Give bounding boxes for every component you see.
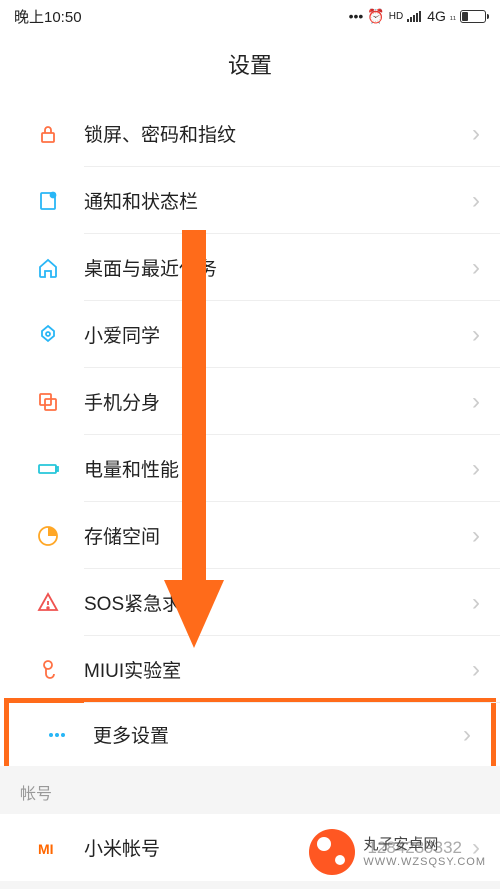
- setting-label: 存储空间: [84, 522, 472, 549]
- more-dots-icon: •••: [349, 8, 364, 24]
- setting-label: SOS紧急求助: [84, 589, 472, 616]
- sos-icon: [32, 591, 64, 615]
- home-icon: [32, 256, 64, 280]
- setting-notification[interactable]: 通知和状态栏 ›: [0, 167, 500, 234]
- chevron-right-icon: ›: [472, 321, 480, 349]
- setting-more[interactable]: 更多设置 ›: [9, 703, 491, 766]
- battery-perf-icon: [32, 457, 64, 481]
- setting-sos[interactable]: SOS紧急求助 ›: [0, 569, 500, 636]
- lock-icon: [32, 122, 64, 146]
- setting-xiaoai[interactable]: 小爱同学 ›: [0, 301, 500, 368]
- chevron-right-icon: ›: [472, 522, 480, 550]
- chevron-right-icon: ›: [472, 455, 480, 483]
- section-account-header: 帐号: [0, 766, 500, 814]
- setting-label: 更多设置: [93, 721, 463, 748]
- setting-miui-lab[interactable]: MIUI实验室 ›: [0, 636, 500, 703]
- chevron-right-icon: ›: [472, 120, 480, 148]
- page-title: 设置: [0, 32, 500, 100]
- setting-label: 锁屏、密码和指纹: [84, 120, 472, 147]
- settings-list: 锁屏、密码和指纹 › 通知和状态栏 › 桌面与最近任务 › 小爱同学 › 手机分…: [0, 100, 500, 771]
- status-bar: 晚上10:50 ••• ⏰ HD 4G ₁₁: [0, 0, 500, 32]
- more-icon: [41, 723, 73, 747]
- chevron-right-icon: ›: [472, 656, 480, 684]
- watermark-name: 丸子安卓网: [363, 835, 486, 855]
- network-label: 4G: [427, 8, 446, 24]
- notification-icon: [32, 189, 64, 213]
- watermark: 丸子安卓网 WWW.WZSQSY.COM: [309, 829, 486, 875]
- setting-lock-screen[interactable]: 锁屏、密码和指纹 ›: [0, 100, 500, 167]
- chevron-right-icon: ›: [472, 254, 480, 282]
- chevron-right-icon: ›: [463, 721, 471, 749]
- watermark-text: 丸子安卓网 WWW.WZSQSY.COM: [363, 835, 486, 869]
- chevron-right-icon: ›: [472, 589, 480, 617]
- setting-battery[interactable]: 电量和性能 ›: [0, 435, 500, 502]
- setting-storage[interactable]: 存储空间 ›: [0, 502, 500, 569]
- chevron-right-icon: ›: [472, 388, 480, 416]
- watermark-url: WWW.WZSQSY.COM: [363, 855, 486, 869]
- clone-icon: [32, 390, 64, 414]
- setting-label: 手机分身: [84, 388, 472, 415]
- hd-icon: HD: [389, 11, 403, 22]
- alarm-icon: ⏰: [367, 8, 384, 25]
- setting-label: MIUI实验室: [84, 656, 472, 683]
- highlight-annotation: 更多设置 ›: [4, 698, 496, 771]
- volte-icon: ₁₁: [450, 11, 456, 21]
- mi-logo-icon: MI: [32, 836, 64, 860]
- xiaoai-icon: [32, 323, 64, 347]
- status-time: 晚上10:50: [14, 6, 82, 27]
- setting-desktop[interactable]: 桌面与最近任务 ›: [0, 234, 500, 301]
- battery-icon: [460, 10, 486, 23]
- storage-icon: [32, 524, 64, 548]
- setting-label: 小爱同学: [84, 321, 472, 348]
- setting-label: 桌面与最近任务: [84, 254, 472, 281]
- chevron-right-icon: ›: [472, 187, 480, 215]
- watermark-logo-icon: [309, 829, 355, 875]
- setting-label: 通知和状态栏: [84, 187, 472, 214]
- signal-icon: [407, 10, 423, 22]
- setting-label: 电量和性能: [84, 455, 472, 482]
- lab-icon: [32, 658, 64, 682]
- status-right: ••• ⏰ HD 4G ₁₁: [349, 8, 486, 25]
- setting-clone[interactable]: 手机分身 ›: [0, 368, 500, 435]
- svg-text:MI: MI: [38, 841, 54, 857]
